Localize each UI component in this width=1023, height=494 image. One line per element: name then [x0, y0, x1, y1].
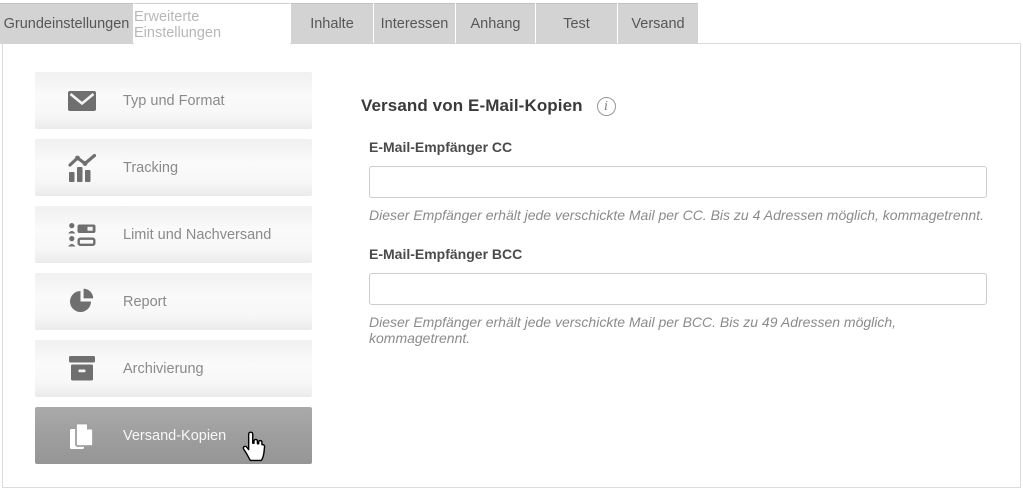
tab-erweiterte-einstellungen[interactable]: Erweiterte Einstellungen	[134, 3, 290, 46]
bcc-recipients-input[interactable]	[369, 273, 987, 305]
tab-versand[interactable]: Versand	[618, 3, 698, 44]
sidebar-item-typ-und-format[interactable]: Typ und Format	[35, 72, 312, 129]
sidebar-item-tracking[interactable]: Tracking	[35, 139, 312, 196]
pie-chart-icon	[67, 287, 97, 317]
archive-box-icon	[67, 354, 97, 384]
sidebar-item-label: Tracking	[123, 160, 178, 176]
settings-tabbar: Grundeinstellungen Erweiterte Einstellun…	[0, 3, 699, 46]
sidebar-item-report[interactable]: Report	[35, 273, 312, 330]
cc-recipients-input[interactable]	[369, 166, 987, 198]
settings-sidebar: Typ und Format Tracking	[35, 72, 312, 474]
copy-pages-icon	[67, 421, 97, 451]
tab-test[interactable]: Test	[536, 3, 617, 44]
tab-anhang[interactable]: Anhang	[456, 3, 535, 44]
sidebar-item-label: Report	[123, 294, 167, 310]
settings-panel: Typ und Format Tracking	[2, 43, 1021, 488]
section-title: Versand von E-Mail-Kopien	[361, 96, 583, 116]
sidebar-item-label: Typ und Format	[123, 93, 225, 109]
users-limit-icon	[67, 220, 97, 250]
sidebar-item-limit-und-nachversand[interactable]: Limit und Nachversand	[35, 206, 312, 263]
tab-interessen[interactable]: Interessen	[374, 3, 455, 44]
envelope-icon	[67, 86, 97, 116]
versand-kopien-section: Versand von E-Mail-Kopien i E-Mail-Empfä…	[361, 96, 1001, 369]
info-icon[interactable]: i	[597, 97, 616, 116]
tab-grundeinstellungen[interactable]: Grundeinstellungen	[0, 3, 133, 44]
sidebar-item-label: Versand-Kopien	[123, 428, 226, 444]
bcc-field-group: E-Mail-Empfänger BCC Dieser Empfänger er…	[369, 246, 1001, 346]
bcc-field-label: E-Mail-Empfänger BCC	[369, 246, 1001, 262]
bcc-help-text: Dieser Empfänger erhält jede verschickte…	[369, 314, 1001, 346]
tab-inhalte[interactable]: Inhalte	[291, 3, 373, 44]
cc-help-text: Dieser Empfänger erhält jede verschickte…	[369, 207, 1001, 223]
sidebar-item-versand-kopien[interactable]: Versand-Kopien	[35, 407, 312, 464]
sidebar-item-label: Archivierung	[123, 361, 204, 377]
sidebar-item-label: Limit und Nachversand	[123, 227, 271, 243]
cc-field-label: E-Mail-Empfänger CC	[369, 139, 1001, 155]
section-title-row: Versand von E-Mail-Kopien i	[361, 96, 1001, 116]
sidebar-item-archivierung[interactable]: Archivierung	[35, 340, 312, 397]
tracking-chart-icon	[67, 153, 97, 183]
cc-field-group: E-Mail-Empfänger CC Dieser Empfänger erh…	[369, 139, 1001, 223]
